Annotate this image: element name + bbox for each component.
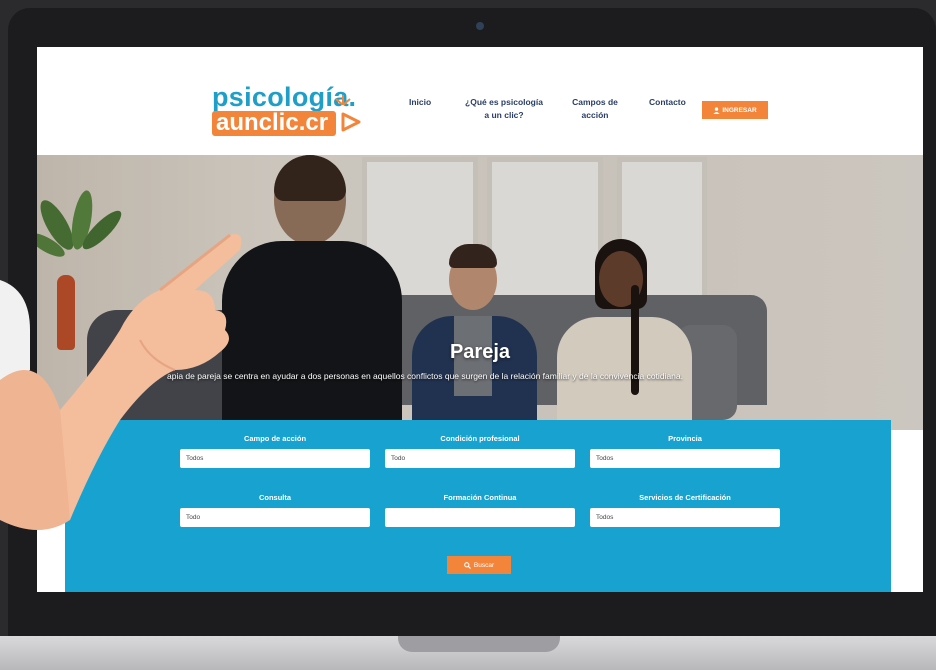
label-formacion-continua: Formación Continua: [443, 493, 517, 502]
nav-item-campos[interactable]: Campos de acción: [565, 96, 625, 122]
pointing-hand-image: [0, 233, 242, 530]
label-servicios-certificacion: Servicios de Certificación: [639, 493, 731, 502]
label-condicion-profesional: Condición profesional: [440, 434, 520, 443]
select-provincia[interactable]: Todos: [590, 449, 780, 468]
login-label: INGRESAR: [722, 106, 757, 114]
cursor-arrow-icon: [341, 112, 361, 132]
nav-label-line1: Inicio: [409, 97, 432, 107]
select-condicion-profesional[interactable]: Todo: [385, 449, 575, 468]
select-formacion-continua[interactable]: [385, 508, 575, 527]
nav-item-inicio[interactable]: Inicio: [409, 96, 431, 109]
search-button-label: Buscar: [473, 561, 495, 569]
nav-label-line1: Contacto: [649, 97, 686, 107]
spark-icon: [335, 95, 351, 105]
site-logo[interactable]: psicología. aunclic.cr: [212, 84, 361, 136]
login-button[interactable]: INGRESAR: [702, 101, 768, 119]
nav-item-contacto[interactable]: Contacto: [649, 96, 686, 109]
nav-label-line1: ¿Qué es psicología: [465, 97, 543, 107]
hero-description: apia de pareja se centra en ayudar a dos…: [167, 371, 683, 381]
label-provincia: Provincia: [668, 434, 702, 443]
nav-item-que-es[interactable]: ¿Qué es psicología a un clic?: [460, 96, 548, 122]
nav-label-line2: acción: [581, 110, 609, 120]
laptop-notch: [398, 636, 560, 652]
select-servicios-certificacion[interactable]: Todos: [590, 508, 780, 527]
nav-label-line2: a un clic?: [484, 110, 524, 120]
camera-dot: [476, 22, 484, 30]
search-button[interactable]: Buscar: [447, 556, 511, 574]
site-header: psicología. aunclic.cr Inicio ¿Qué es ps…: [37, 47, 923, 155]
user-icon: [713, 106, 720, 114]
nav-label-line1: Campos de: [572, 97, 618, 107]
search-icon: [464, 561, 471, 569]
logo-bottom-text: aunclic.cr: [212, 111, 337, 136]
